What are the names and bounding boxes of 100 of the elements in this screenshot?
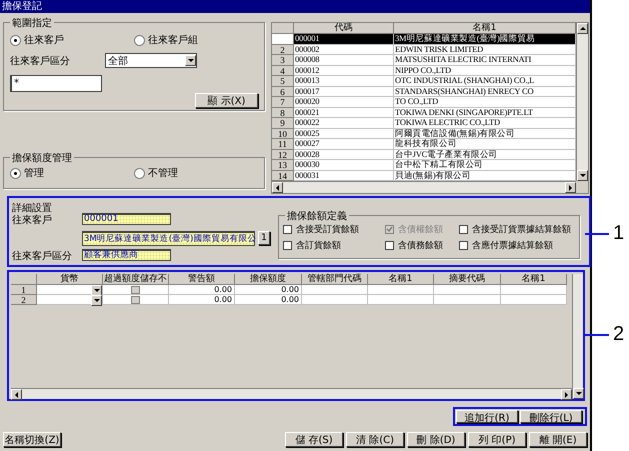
table-cell: 000027 xyxy=(294,139,394,150)
footer-button[interactable]: 儲 存(S) xyxy=(285,432,343,447)
scroll-arrow-button[interactable] xyxy=(577,170,588,181)
field-label: 往來客戶 xyxy=(12,214,53,227)
filter-field[interactable]: * xyxy=(10,75,102,92)
checkbox[interactable] xyxy=(131,296,140,304)
scroll-arrow-button[interactable] xyxy=(561,389,572,400)
radio-button[interactable] xyxy=(10,168,21,178)
row-action-button[interactable]: 刪除行(L) xyxy=(520,410,582,423)
checkbox[interactable] xyxy=(385,241,394,250)
callout-number: 2 xyxy=(613,323,624,346)
column-header: 名稱1 xyxy=(368,274,434,285)
row-header[interactable]: 1 xyxy=(11,285,37,295)
table-cell: 0.00 xyxy=(235,285,302,295)
row-header[interactable]: 13 xyxy=(272,160,294,170)
footer-button[interactable]: 離 開(E) xyxy=(529,432,587,447)
table-cell: STANDARS(SHANGHAI) ENRECY CO xyxy=(394,86,576,97)
scroll-arrow-button[interactable] xyxy=(577,23,588,34)
table-cell: EDWIN TRISK LIMITED xyxy=(394,44,576,55)
group-title: 範圍指定 xyxy=(10,16,54,30)
row-header[interactable]: 11 xyxy=(272,139,294,150)
table-cell: 000002 xyxy=(294,44,394,55)
row-header[interactable]: 3 xyxy=(272,55,294,66)
table-cell: 0.00 xyxy=(169,295,235,305)
row-action-button[interactable]: 追加行(R) xyxy=(456,410,518,423)
category-field[interactable]: 顧客兼供應商 xyxy=(82,249,171,261)
radio-label: 往來客戶 xyxy=(24,34,64,47)
table-cell xyxy=(368,295,434,305)
table-cell: 000025 xyxy=(294,128,394,139)
group-title: 擔保額度管理 xyxy=(10,151,74,165)
radio-button[interactable] xyxy=(10,34,21,46)
name-switch-button[interactable]: 名稱切換(Z) xyxy=(3,432,61,447)
group-title: 詳細設置 xyxy=(12,202,52,214)
row-header[interactable] xyxy=(272,34,294,44)
column-header: 摘要代碼 xyxy=(434,274,501,285)
vertical-scrollbar[interactable] xyxy=(576,23,588,181)
checkbox[interactable] xyxy=(283,225,292,234)
vertical-scrollbar[interactable] xyxy=(572,274,583,399)
table-cell: 000020 xyxy=(294,97,394,108)
checkbox[interactable] xyxy=(459,225,468,234)
footer-button[interactable]: 清 除(C) xyxy=(346,432,404,447)
row-header[interactable]: 9 xyxy=(272,118,294,128)
arrow-icon xyxy=(188,59,194,62)
dropdown[interactable]: 全部 xyxy=(105,53,197,68)
radio-button[interactable] xyxy=(134,34,145,46)
row-header[interactable]: 2 xyxy=(11,295,37,305)
currency-dropdown[interactable] xyxy=(37,285,103,295)
row-header[interactable]: 8 xyxy=(272,108,294,118)
arrow-icon xyxy=(15,392,18,398)
table-cell: 貝迪(無錫)有限公司 xyxy=(394,170,576,181)
customer-code-field[interactable]: 000001 xyxy=(82,213,171,225)
scroll-arrow-button[interactable] xyxy=(272,182,283,193)
lookup-button[interactable]: 1 xyxy=(258,231,270,245)
table-cell xyxy=(302,295,368,305)
footer-button[interactable]: 刪 除(D) xyxy=(407,432,465,447)
table-cell: TOKIWA ELECTRIC CO.,LTD xyxy=(394,118,576,128)
table-cell xyxy=(302,285,368,295)
row-header[interactable]: 6 xyxy=(272,86,294,97)
row-header[interactable]: 12 xyxy=(272,150,294,160)
radio-label: 往來客戶組 xyxy=(148,34,198,47)
column-header: 管轄部門代碼 xyxy=(302,274,368,285)
column-header: 警告額 xyxy=(169,274,235,285)
horizontal-scrollbar[interactable] xyxy=(11,388,572,399)
table-cell: MATSUSHITA ELECTRIC INTERNATI xyxy=(394,55,576,66)
field-label: 往來客戶區分 xyxy=(12,250,73,263)
radio-button[interactable] xyxy=(134,168,145,178)
arrow-icon xyxy=(94,299,100,302)
window-title: 擔保登記 xyxy=(0,0,590,13)
horizontal-scrollbar[interactable] xyxy=(272,181,576,193)
row-header[interactable]: 5 xyxy=(272,76,294,86)
row-header[interactable]: 2 xyxy=(272,44,294,55)
table-cell xyxy=(434,285,501,295)
scroll-arrow-button[interactable] xyxy=(573,388,584,399)
table-cell xyxy=(501,295,567,305)
table-cell: OTC INDUSTRIAL (SHANGHAI) CO.,L xyxy=(394,76,576,86)
scroll-arrow-button[interactable] xyxy=(11,389,22,400)
footer-button[interactable]: 列 印(P) xyxy=(468,432,526,447)
row-header[interactable]: 10 xyxy=(272,128,294,139)
checkbox-label: 含債權餘額 xyxy=(398,224,443,236)
checkbox-label: 含接受訂貨餘額 xyxy=(296,224,359,236)
row-header[interactable]: 7 xyxy=(272,97,294,108)
checkbox-label: 含債務餘額 xyxy=(398,240,443,252)
show-button[interactable]: 顯 示(X) xyxy=(195,93,258,108)
column-header: 擔保額度 xyxy=(235,274,302,285)
checkbox[interactable] xyxy=(459,241,468,250)
table-cell xyxy=(368,285,434,295)
currency-dropdown[interactable] xyxy=(37,295,103,305)
table-cell: 000013 xyxy=(294,76,394,86)
column-header: 名稱1 xyxy=(501,274,567,285)
table-cell: 000022 xyxy=(294,118,394,128)
field-label: 往來客戶區分 xyxy=(10,54,71,68)
table-cell: NIPPO CO.,LTD xyxy=(394,66,576,76)
table-cell: 000031 xyxy=(294,170,394,181)
checkbox[interactable] xyxy=(131,286,140,294)
arrow-icon xyxy=(276,184,279,190)
scroll-arrow-button[interactable] xyxy=(565,182,576,193)
table-cell: 0.00 xyxy=(235,295,302,305)
row-header[interactable]: 14 xyxy=(272,170,294,181)
row-header[interactable]: 4 xyxy=(272,66,294,76)
checkbox[interactable] xyxy=(283,241,292,250)
